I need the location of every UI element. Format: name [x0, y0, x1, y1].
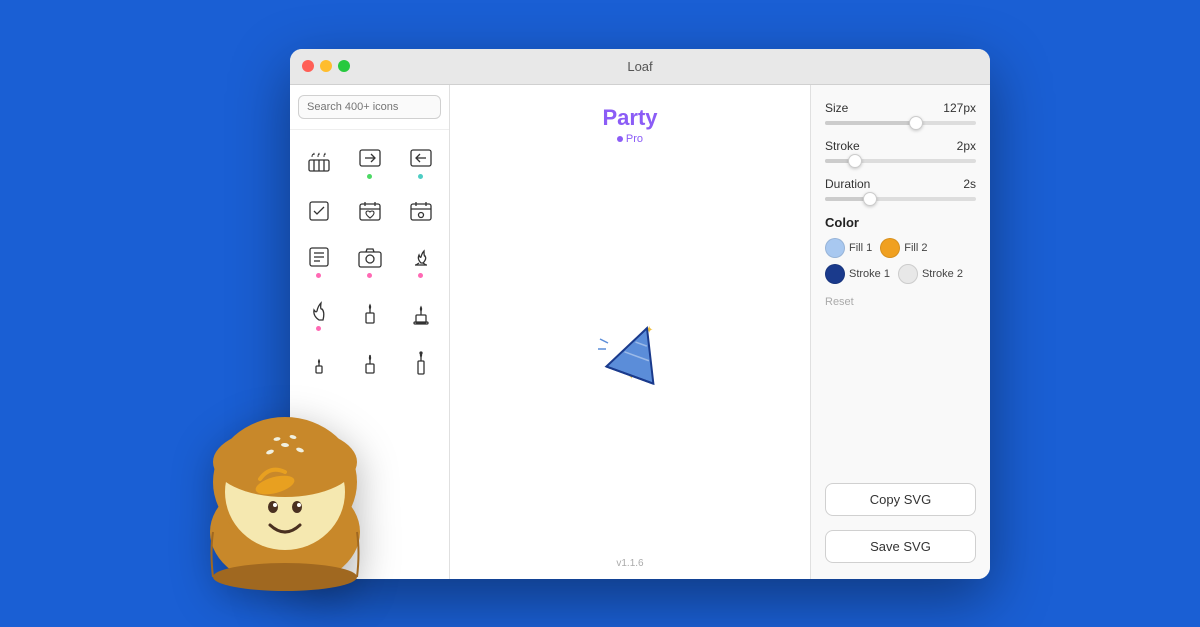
save-svg-button[interactable]: Save SVG: [825, 530, 976, 563]
reset-container: Reset: [825, 292, 976, 310]
preview-area: ✦ ✦: [590, 145, 670, 558]
mascot: [185, 377, 385, 597]
stroke-header: Stroke 2px: [825, 139, 976, 153]
stroke-thumb[interactable]: [848, 154, 862, 168]
stroke-colors-row: Stroke 1 Stroke 2: [825, 264, 976, 284]
icon-arrow-left[interactable]: [396, 136, 445, 187]
minimize-button[interactable]: [320, 60, 332, 72]
color-section: Color Fill 1 Fill 2 Stroke 1: [825, 215, 976, 310]
duration-value: 2s: [963, 177, 976, 191]
pro-label: Pro: [626, 133, 643, 145]
duration-row: Duration 2s: [825, 177, 976, 201]
icon-birthday-cake[interactable]: [294, 136, 343, 187]
fill2-label: Fill 2: [904, 242, 927, 254]
size-fill: [825, 121, 916, 125]
pro-badge: Pro: [602, 133, 657, 145]
search-input[interactable]: [298, 95, 441, 119]
stroke-value: 2px: [957, 139, 976, 153]
duration-thumb[interactable]: [863, 192, 877, 206]
main-area: Party Pro ✦ ✦: [450, 85, 810, 579]
duration-slider[interactable]: [825, 197, 976, 201]
search-bar: [290, 85, 449, 130]
spacer: [825, 324, 976, 469]
size-slider[interactable]: [825, 121, 976, 125]
reset-button[interactable]: Reset: [825, 296, 854, 308]
icon-candle-tall[interactable]: [396, 341, 445, 385]
stroke1-item[interactable]: Stroke 1: [825, 264, 890, 284]
close-button[interactable]: [302, 60, 314, 72]
icon-checkbox[interactable]: [294, 189, 343, 233]
icon-heart-calendar[interactable]: [345, 189, 394, 233]
stroke-slider[interactable]: [825, 159, 976, 163]
icon-settings-calendar[interactable]: [396, 189, 445, 233]
fill1-item[interactable]: Fill 1: [825, 238, 872, 258]
window-body: Party Pro ✦ ✦: [290, 85, 990, 579]
stroke2-label: Stroke 2: [922, 268, 963, 280]
icon-candle-1[interactable]: [345, 288, 394, 339]
stroke2-swatch[interactable]: [898, 264, 918, 284]
fill2-item[interactable]: Fill 2: [880, 238, 927, 258]
size-row: Size 127px: [825, 101, 976, 125]
duration-header: Duration 2s: [825, 177, 976, 191]
stroke-label: Stroke: [825, 139, 860, 153]
icon-camera[interactable]: [345, 235, 394, 286]
fill1-label: Fill 1: [849, 242, 872, 254]
maximize-button[interactable]: [338, 60, 350, 72]
pro-dot: [617, 136, 623, 142]
stroke-row: Stroke 2px: [825, 139, 976, 163]
fill-colors-row: Fill 1 Fill 2: [825, 238, 976, 258]
traffic-lights: [302, 60, 350, 72]
party-icon: ✦ ✦: [590, 311, 670, 391]
duration-label: Duration: [825, 177, 870, 191]
size-thumb[interactable]: [909, 116, 923, 130]
bread-mascot-svg: [185, 377, 385, 597]
stroke1-label: Stroke 1: [849, 268, 890, 280]
icon-name: Party: [602, 105, 657, 131]
stroke2-item[interactable]: Stroke 2: [898, 264, 963, 284]
stroke1-swatch[interactable]: [825, 264, 845, 284]
size-value: 127px: [943, 101, 976, 115]
app-window: Loaf: [290, 49, 990, 579]
icon-flame[interactable]: [294, 288, 343, 339]
fill1-swatch[interactable]: [825, 238, 845, 258]
icon-title: Party Pro: [602, 105, 657, 145]
fill2-swatch[interactable]: [880, 238, 900, 258]
icon-notes[interactable]: [294, 235, 343, 286]
color-label: Color: [825, 215, 976, 230]
window-title: Loaf: [627, 59, 652, 74]
icon-campfire[interactable]: [396, 235, 445, 286]
version-label: v1.1.6: [616, 558, 643, 569]
title-bar: Loaf: [290, 49, 990, 85]
copy-svg-button[interactable]: Copy SVG: [825, 483, 976, 516]
icon-arrow-right[interactable]: [345, 136, 394, 187]
size-header: Size 127px: [825, 101, 976, 115]
size-label: Size: [825, 101, 848, 115]
right-panel: Size 127px Stroke 2px: [810, 85, 990, 579]
icon-candle-2[interactable]: [396, 288, 445, 339]
